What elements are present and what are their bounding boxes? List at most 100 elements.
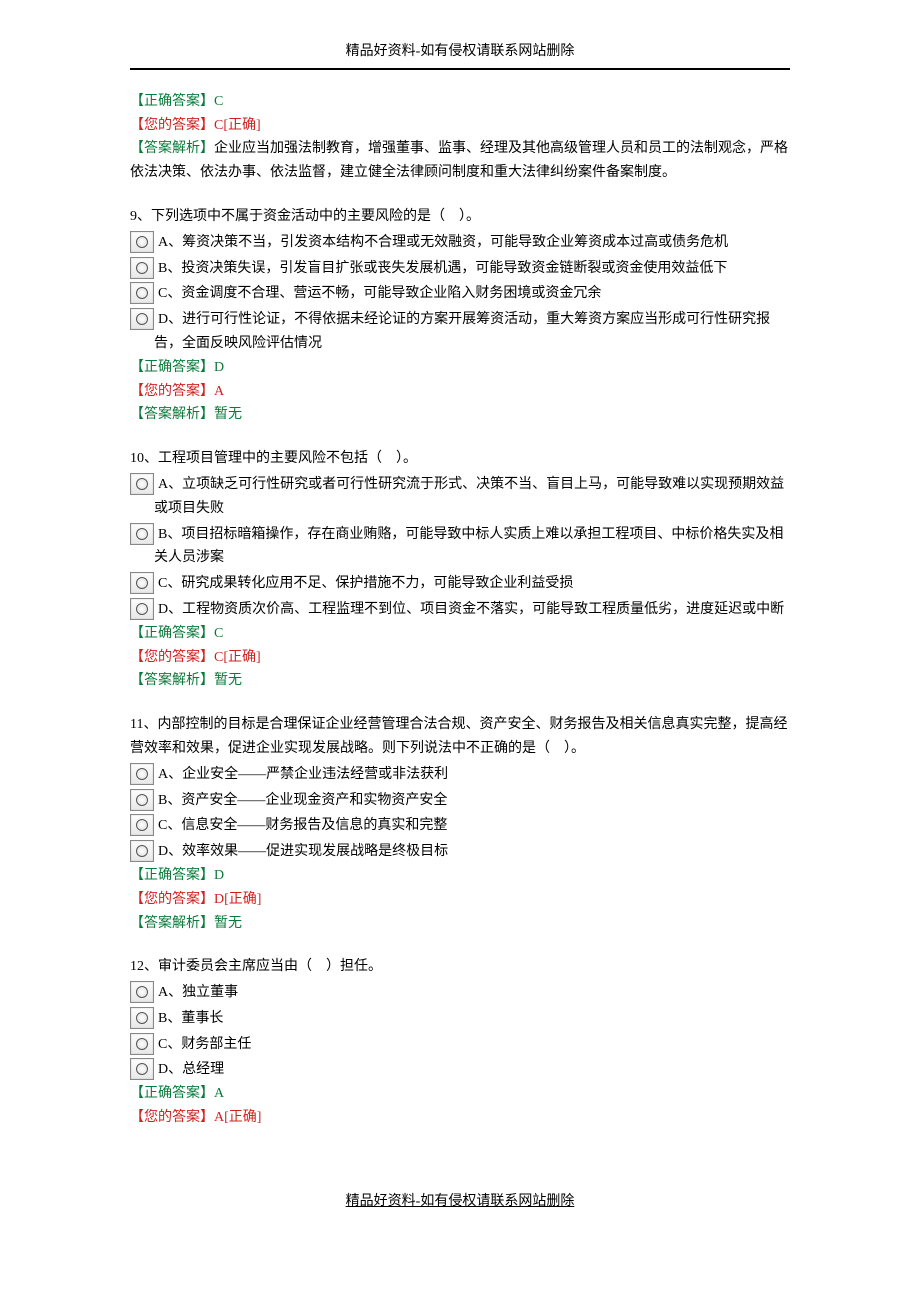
q12-correct-answer: 【正确答案】A — [130, 1082, 790, 1106]
radio-dot-icon — [136, 794, 148, 806]
radio-icon[interactable] — [130, 981, 154, 1003]
radio-icon[interactable] — [130, 572, 154, 594]
radio-icon[interactable] — [130, 473, 154, 495]
q10-option-a-row: A、立项缺乏可行性研究或者可行性研究流于形式、决策不当、盲目上马，可能导致难以实… — [130, 473, 790, 521]
label-correct: 【正确答案】 — [130, 626, 214, 641]
q12-stem: 12、审计委员会主席应当由（ ）担任。 — [130, 955, 790, 979]
q9-option-a-row: A、筹资决策不当，引发资本结构不合理或无效融资，可能导致企业筹资成本过高或债务危… — [130, 231, 790, 255]
q12-option-d: D、总经理 — [154, 1060, 224, 1077]
radio-dot-icon — [136, 986, 148, 998]
q11-stem: 11、内部控制的目标是合理保证企业经营管理合法合规、资产安全、财务报告及相关信息… — [130, 713, 790, 761]
text-explain: 企业应当加强法制教育，增强董事、监事、经理及其他高级管理人员和员工的法制观念，严… — [130, 141, 788, 180]
q11-option-d: D、效率效果——促进实现发展战略是终极目标 — [154, 842, 448, 859]
radio-dot-icon — [136, 313, 148, 325]
q10-stem: 10、工程项目管理中的主要风险不包括（ ）。 — [130, 447, 790, 471]
radio-icon[interactable] — [130, 308, 154, 330]
radio-dot-icon — [136, 262, 148, 274]
q11-option-b-row: B、资产安全——企业现金资产和实物资产安全 — [130, 789, 790, 813]
q9-your-answer: 【您的答案】A — [130, 380, 790, 404]
radio-icon[interactable] — [130, 763, 154, 785]
radio-dot-icon — [136, 603, 148, 615]
radio-dot-icon — [136, 1012, 148, 1024]
value-correct: D — [214, 360, 224, 375]
q9-option-b: B、投资决策失误，引发盲目扩张或丧失发展机遇，可能导致资金链断裂或资金使用效益低… — [154, 259, 727, 276]
radio-dot-icon — [136, 768, 148, 780]
radio-dot-icon — [136, 819, 148, 831]
radio-icon[interactable] — [130, 231, 154, 253]
radio-icon[interactable] — [130, 1033, 154, 1055]
label-explain: 【答案解析】 — [130, 673, 214, 688]
q9-option-c: C、资金调度不合理、营运不畅，可能导致企业陷入财务困境或资金冗余 — [154, 284, 601, 301]
q12-option-d-row: D、总经理 — [130, 1058, 790, 1082]
question-12: 12、审计委员会主席应当由（ ）担任。 A、独立董事 B、董事长 C、财务部主任… — [130, 955, 790, 1130]
question-10: 10、工程项目管理中的主要风险不包括（ ）。 A、立项缺乏可行性研究或者可行性研… — [130, 447, 790, 693]
q12-option-b: B、董事长 — [154, 1009, 223, 1026]
label-correct: 【正确答案】 — [130, 94, 214, 109]
value-your: C — [214, 650, 223, 665]
radio-icon[interactable] — [130, 598, 154, 620]
q11-correct-answer: 【正确答案】D — [130, 864, 790, 888]
q10-explain: 【答案解析】暂无 — [130, 669, 790, 693]
page-container: 精品好资料-如有侵权请联系网站删除 【正确答案】C 【您的答案】C[正确] 【答… — [0, 0, 920, 1214]
radio-dot-icon — [136, 528, 148, 540]
q12-option-b-row: B、董事长 — [130, 1007, 790, 1031]
page-header: 精品好资料-如有侵权请联系网站删除 — [130, 40, 790, 70]
radio-icon[interactable] — [130, 840, 154, 862]
q11-option-c: C、信息安全——财务报告及信息的真实和完整 — [154, 816, 447, 833]
q10-option-a: A、立项缺乏可行性研究或者可行性研究流于形式、决策不当、盲目上马，可能导致难以实… — [154, 475, 784, 516]
radio-dot-icon — [136, 1038, 148, 1050]
q10-your-answer: 【您的答案】C[正确] — [130, 646, 790, 670]
value-correct: D — [214, 868, 224, 883]
q8-correct-answer: 【正确答案】C — [130, 90, 790, 114]
q8-answer-block: 【正确答案】C 【您的答案】C[正确] 【答案解析】企业应当加强法制教育，增强董… — [130, 90, 790, 185]
q11-option-a: A、企业安全——严禁企业违法经营或非法获利 — [154, 765, 448, 782]
radio-dot-icon — [136, 478, 148, 490]
radio-icon[interactable] — [130, 1058, 154, 1080]
label-correct: 【正确答案】 — [130, 868, 214, 883]
mark-correct: [正确] — [223, 118, 260, 133]
label-correct: 【正确答案】 — [130, 1086, 214, 1101]
label-your: 【您的答案】 — [130, 1110, 214, 1125]
q10-option-d: D、工程物资质次价高、工程监理不到位、项目资金不落实，可能导致工程质量低劣，进度… — [154, 600, 784, 617]
text-explain: 暂无 — [214, 916, 242, 931]
q9-explain: 【答案解析】暂无 — [130, 403, 790, 427]
radio-icon[interactable] — [130, 282, 154, 304]
radio-icon[interactable] — [130, 1007, 154, 1029]
q9-option-d-row: D、进行可行性论证，不得依据未经论证的方案开展筹资活动，重大筹资方案应当形成可行… — [130, 308, 790, 356]
label-explain: 【答案解析】 — [130, 141, 214, 156]
label-your: 【您的答案】 — [130, 384, 214, 399]
radio-dot-icon — [136, 287, 148, 299]
q9-option-c-row: C、资金调度不合理、营运不畅，可能导致企业陷入财务困境或资金冗余 — [130, 282, 790, 306]
q12-option-a: A、独立董事 — [154, 983, 238, 1000]
value-your: C — [214, 118, 223, 133]
text-explain: 暂无 — [214, 407, 242, 422]
q11-your-answer: 【您的答案】D[正确] — [130, 888, 790, 912]
q10-correct-answer: 【正确答案】C — [130, 622, 790, 646]
value-your: A — [214, 1110, 224, 1125]
content-area: 【正确答案】C 【您的答案】C[正确] 【答案解析】企业应当加强法制教育，增强董… — [0, 90, 920, 1130]
question-11: 11、内部控制的目标是合理保证企业经营管理合法合规、资产安全、财务报告及相关信息… — [130, 713, 790, 935]
page-footer: 精品好资料-如有侵权请联系网站删除 — [0, 1190, 920, 1214]
radio-icon[interactable] — [130, 523, 154, 545]
q8-your-answer: 【您的答案】C[正确] — [130, 114, 790, 138]
q11-option-a-row: A、企业安全——严禁企业违法经营或非法获利 — [130, 763, 790, 787]
value-correct: C — [214, 94, 223, 109]
q12-option-c: C、财务部主任 — [154, 1035, 251, 1052]
q9-option-d: D、进行可行性论证，不得依据未经论证的方案开展筹资活动，重大筹资方案应当形成可行… — [154, 310, 770, 351]
radio-dot-icon — [136, 845, 148, 857]
radio-icon[interactable] — [130, 789, 154, 811]
q11-option-b: B、资产安全——企业现金资产和实物资产安全 — [154, 791, 447, 808]
radio-dot-icon — [136, 236, 148, 248]
q8-explain: 【答案解析】企业应当加强法制教育，增强董事、监事、经理及其他高级管理人员和员工的… — [130, 137, 790, 185]
radio-dot-icon — [136, 1063, 148, 1075]
q10-option-c-row: C、研究成果转化应用不足、保护措施不力，可能导致企业利益受损 — [130, 572, 790, 596]
radio-icon[interactable] — [130, 257, 154, 279]
label-your: 【您的答案】 — [130, 650, 214, 665]
q9-option-a: A、筹资决策不当，引发资本结构不合理或无效融资，可能导致企业筹资成本过高或债务危… — [154, 233, 728, 250]
q10-option-d-row: D、工程物资质次价高、工程监理不到位、项目资金不落实，可能导致工程质量低劣，进度… — [130, 598, 790, 622]
question-9: 9、下列选项中不属于资金活动中的主要风险的是（ ）。 A、筹资决策不当，引发资本… — [130, 205, 790, 427]
q9-stem: 9、下列选项中不属于资金活动中的主要风险的是（ ）。 — [130, 205, 790, 229]
label-your: 【您的答案】 — [130, 118, 214, 133]
q12-option-a-row: A、独立董事 — [130, 981, 790, 1005]
radio-icon[interactable] — [130, 814, 154, 836]
